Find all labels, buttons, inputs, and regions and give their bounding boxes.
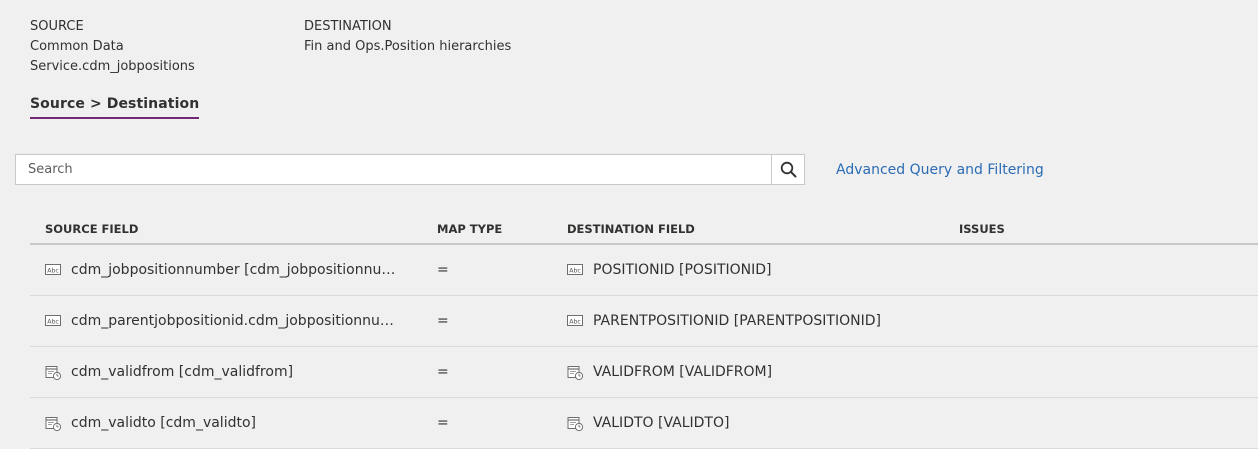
mapping-table: SOURCE FIELD MAP TYPE DESTINATION FIELD … xyxy=(30,213,1258,449)
advanced-query-link[interactable]: Advanced Query and Filtering xyxy=(836,162,1044,178)
destination-field-cell: VALIDTO [VALIDTO] xyxy=(567,415,730,432)
source-field-name: cdm_jobpositionnumber [cdm_jobpositionnu… xyxy=(71,262,401,278)
map-type-cell: = xyxy=(437,262,449,278)
source-label: SOURCE xyxy=(30,19,84,34)
source-field-cell: cdm_validfrom [cdm_validfrom] xyxy=(45,364,405,381)
destination-value: Fin and Ops.Position hierarchies xyxy=(304,39,512,54)
destination-field-cell: VALIDFROM [VALIDFROM] xyxy=(567,364,773,381)
source-value-line2: Service.cdm_jobpositions xyxy=(30,59,195,74)
source-info: SOURCE Common Data Service.cdm_jobpositi… xyxy=(30,17,220,77)
text-field-icon: Abc xyxy=(45,263,62,277)
source-value-line1: Common Data xyxy=(30,39,124,54)
datetime-field-icon xyxy=(567,365,584,381)
map-type-cell: = xyxy=(437,415,449,431)
search-input[interactable] xyxy=(16,155,772,184)
text-field-icon: Abc xyxy=(567,263,584,277)
svg-text:Abc: Abc xyxy=(47,318,59,325)
table-row[interactable]: cdm_validfrom [cdm_validfrom] = VALIDFROM … xyxy=(30,347,1258,398)
destination-field-cell: Abc POSITIONID [POSITIONID] xyxy=(567,262,772,278)
destination-field-name: PARENTPOSITIONID [PARENTPOSITIONID] xyxy=(593,313,881,329)
destination-label: DESTINATION xyxy=(304,19,392,34)
text-field-icon: Abc xyxy=(45,314,62,328)
table-header: SOURCE FIELD MAP TYPE DESTINATION FIELD … xyxy=(30,213,1258,245)
destination-field-name: VALIDFROM [VALIDFROM] xyxy=(593,364,773,380)
svg-text:Abc: Abc xyxy=(569,318,581,325)
datetime-field-icon xyxy=(45,416,62,432)
search-box xyxy=(15,154,805,185)
source-field-name: cdm_parentjobpositionid.cdm_jobpositionn… xyxy=(71,313,401,329)
map-type-cell: = xyxy=(437,313,449,329)
datetime-field-icon xyxy=(45,365,62,381)
table-row[interactable]: Abc cdm_jobpositionnumber [cdm_jobpositio… xyxy=(30,245,1258,296)
map-type-cell: = xyxy=(437,364,449,380)
source-field-name: cdm_validfrom [cdm_validfrom] xyxy=(71,364,294,380)
column-header-destination-field[interactable]: DESTINATION FIELD xyxy=(567,222,695,236)
destination-field-name: VALIDTO [VALIDTO] xyxy=(593,415,730,431)
destination-field-name: POSITIONID [POSITIONID] xyxy=(593,262,772,278)
svg-text:Abc: Abc xyxy=(569,267,581,274)
table-row[interactable]: Abc cdm_parentjobpositionid.cdm_jobpositi… xyxy=(30,296,1258,347)
column-header-map-type[interactable]: MAP TYPE xyxy=(437,222,502,236)
column-header-issues[interactable]: ISSUES xyxy=(959,222,1005,236)
destination-info: DESTINATION Fin and Ops.Position hierarc… xyxy=(304,17,604,57)
source-field-cell: Abc cdm_parentjobpositionid.cdm_jobpositi… xyxy=(45,313,405,329)
svg-text:Abc: Abc xyxy=(47,267,59,274)
column-header-source-field[interactable]: SOURCE FIELD xyxy=(45,222,138,236)
datetime-field-icon xyxy=(567,416,584,432)
search-button[interactable] xyxy=(771,155,804,184)
tab-source-destination[interactable]: Source > Destination xyxy=(30,96,200,119)
text-field-icon: Abc xyxy=(567,314,584,328)
source-field-cell: Abc cdm_jobpositionnumber [cdm_jobpositio… xyxy=(45,262,405,278)
source-field-cell: cdm_validto [cdm_validto] xyxy=(45,415,405,432)
destination-field-cell: Abc PARENTPOSITIONID [PARENTPOSITIONID] xyxy=(567,313,881,329)
source-field-name: cdm_validto [cdm_validto] xyxy=(71,415,256,431)
search-icon xyxy=(780,161,796,178)
table-row[interactable]: cdm_validto [cdm_validto] = VALIDTO [VALID… xyxy=(30,398,1258,449)
